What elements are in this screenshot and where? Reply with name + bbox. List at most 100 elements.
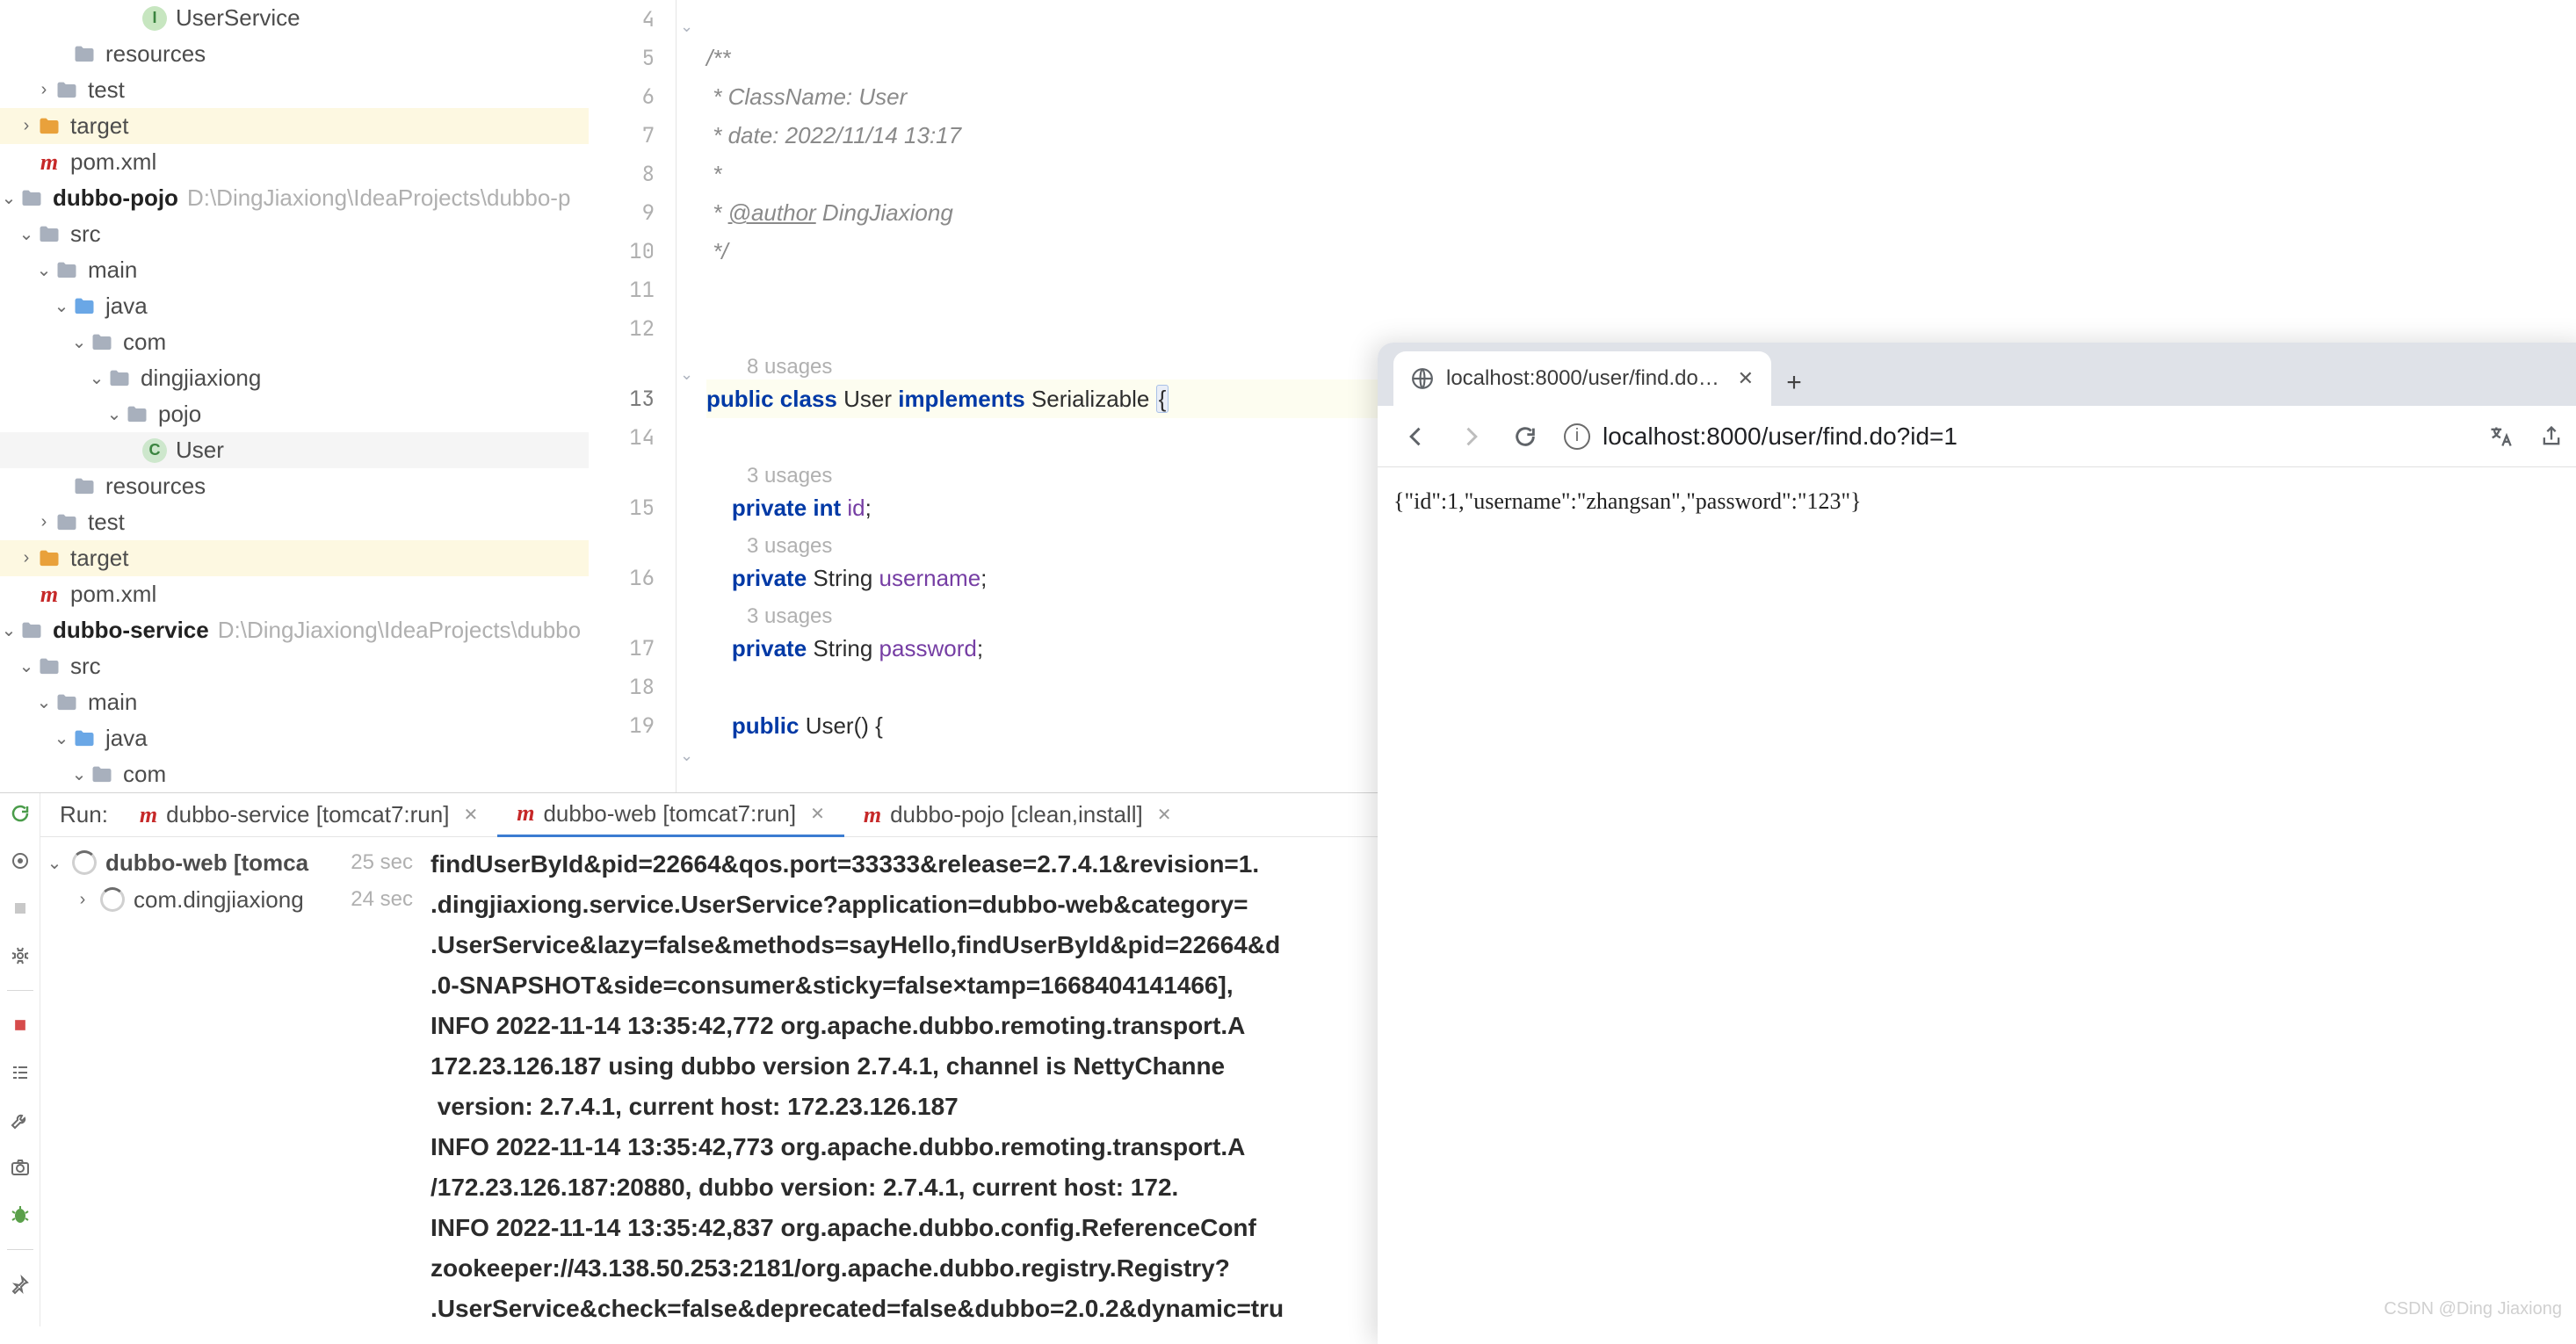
new-tab-button[interactable]: + — [1771, 360, 1817, 406]
tree-item[interactable]: CUser — [0, 432, 589, 468]
code-line[interactable] — [706, 271, 2576, 309]
tree-arrow-icon[interactable]: › — [35, 80, 53, 100]
globe-icon — [1411, 367, 1434, 390]
square-red-button[interactable] — [7, 1012, 33, 1038]
line-number: 5 — [589, 39, 676, 77]
line-number: 11 — [589, 271, 676, 309]
tree-item[interactable]: ›test — [0, 504, 589, 540]
close-icon[interactable]: ✕ — [810, 803, 825, 825]
back-button[interactable] — [1400, 421, 1432, 452]
tree-item[interactable]: ›target — [0, 540, 589, 576]
folder-icon — [105, 365, 134, 393]
tree-item[interactable]: ›target — [0, 108, 589, 144]
tree-arrow-icon[interactable]: › — [18, 548, 35, 568]
run-tree-row[interactable]: ⌄dubbo-web [tomca25 sec — [46, 844, 413, 881]
page-content: {"id":1,"username":"zhangsan","password"… — [1378, 467, 2576, 1344]
tree-arrow-icon[interactable]: ⌄ — [53, 727, 70, 749]
translate-icon[interactable] — [2485, 421, 2516, 452]
tree-arrow-icon[interactable]: › — [18, 116, 35, 136]
settings-button[interactable] — [7, 943, 33, 969]
run-tab[interactable]: mdubbo-web [tomcat7:run]✕ — [497, 793, 844, 837]
tree-item[interactable]: ⌄main — [0, 252, 589, 288]
tree-item[interactable]: ⌄java — [0, 288, 589, 324]
tree-module[interactable]: ⌄dubbo-pojoD:\DingJiaxiong\IdeaProjects\… — [0, 180, 589, 216]
tree-item[interactable]: mpom.xml — [0, 576, 589, 612]
close-icon[interactable]: ✕ — [1157, 804, 1172, 826]
run-tab[interactable]: mdubbo-service [tomcat7:run]✕ — [120, 793, 497, 837]
tree-item[interactable]: ⌄ com — [0, 756, 589, 792]
folder-icon — [88, 761, 116, 789]
tree-button[interactable] — [7, 1059, 33, 1086]
tree-arrow-icon[interactable]: ⌄ — [0, 187, 18, 209]
rerun-button[interactable] — [7, 800, 33, 827]
code-line[interactable]: * date: 2022/11/14 13:17 — [706, 116, 2576, 155]
fold-icon[interactable]: ⌄ — [680, 18, 693, 36]
tree-item-label: dingjiaxiong — [141, 365, 261, 392]
code-line[interactable]: * — [706, 155, 2576, 193]
tree-item[interactable]: ⌄pojo — [0, 396, 589, 432]
line-number: 9 — [589, 193, 676, 232]
run-test-tree[interactable]: ⌄dubbo-web [tomca25 sec›com.dingjiaxiong… — [40, 837, 418, 1326]
code-line[interactable]: /** — [706, 39, 2576, 77]
tree-item[interactable]: ⌄java — [0, 720, 589, 756]
tree-arrow-icon[interactable]: ⌄ — [0, 619, 18, 641]
run-tree-row[interactable]: ›com.dingjiaxiong24 sec — [46, 881, 413, 918]
tree-item[interactable]: resources — [0, 468, 589, 504]
close-tab-icon[interactable]: ✕ — [1738, 367, 1754, 390]
tree-item[interactable]: ›test — [0, 72, 589, 108]
wrench-button[interactable] — [7, 1107, 33, 1133]
tree-arrow-icon[interactable]: ⌄ — [35, 259, 53, 281]
fold-strip: ⌄ ⌄ ⌄ — [677, 0, 698, 792]
tree-item[interactable]: ⌄src — [0, 648, 589, 684]
tree-item[interactable]: ⌄src — [0, 216, 589, 252]
address-bar[interactable]: i localhost:8000/user/find.do?id=1 — [1564, 423, 2462, 451]
code-line[interactable]: * ClassName: User — [706, 77, 2576, 116]
tree-arrow-icon[interactable]: ⌄ — [70, 331, 88, 353]
browser-tab-bar: localhost:8000/user/find.do?id ✕ + — [1378, 343, 2576, 406]
tree-arrow-icon[interactable]: ⌄ — [35, 691, 53, 713]
tree-item[interactable]: ⌄ main — [0, 684, 589, 720]
tree-arrow-icon[interactable]: ⌄ — [53, 295, 70, 317]
tree-arrow-icon[interactable]: ⌄ — [46, 852, 63, 874]
tree-module[interactable]: ⌄dubbo-serviceD:\DingJiaxiong\IdeaProjec… — [0, 612, 589, 648]
share-icon[interactable] — [2536, 421, 2567, 452]
run-tab[interactable]: mdubbo-pojo [clean,install]✕ — [844, 793, 1191, 837]
tree-arrow-icon[interactable]: › — [74, 890, 91, 910]
forward-button[interactable] — [1455, 421, 1487, 452]
camera-button[interactable] — [7, 1154, 33, 1181]
line-number: 17 — [589, 629, 676, 668]
tree-arrow-icon[interactable]: ⌄ — [88, 367, 105, 389]
run-tree-time: 24 sec — [351, 887, 413, 912]
project-tree[interactable]: IUserServiceresources›test›targetmpom.xm… — [0, 0, 589, 792]
pin-button[interactable] — [7, 1271, 33, 1297]
browser-tab[interactable]: localhost:8000/user/find.do?id ✕ — [1393, 351, 1771, 406]
maven-icon: m — [140, 802, 157, 828]
tree-arrow-icon[interactable]: ⌄ — [70, 763, 88, 785]
fold-icon[interactable]: ⌄ — [680, 365, 693, 384]
code-line[interactable] — [706, 0, 2576, 39]
tree-arrow-icon[interactable]: ⌄ — [18, 223, 35, 245]
tree-item[interactable]: resources — [0, 36, 589, 72]
stop-disabled-button[interactable] — [7, 895, 33, 921]
attach-button[interactable] — [7, 848, 33, 874]
code-line[interactable]: */ — [706, 232, 2576, 271]
tree-item[interactable]: ⌄ dingjiaxiong — [0, 360, 589, 396]
code-line[interactable]: * @author DingJiaxiong — [706, 193, 2576, 232]
folder-icon — [53, 509, 81, 537]
tree-item[interactable]: ⌄com — [0, 324, 589, 360]
tree-arrow-icon[interactable]: ⌄ — [105, 403, 123, 425]
tree-item[interactable]: IUserService — [0, 0, 589, 36]
tree-item-label: main — [88, 689, 137, 716]
bug-green-button[interactable] — [7, 1202, 33, 1228]
tree-item-label: pom.xml — [70, 581, 156, 608]
line-number: 4 — [589, 0, 676, 39]
tree-item[interactable]: mpom.xml — [0, 144, 589, 180]
tree-arrow-icon[interactable]: › — [35, 512, 53, 532]
line-number: 12 — [589, 309, 676, 348]
fold-icon[interactable]: ⌄ — [680, 747, 693, 765]
reload-button[interactable] — [1509, 421, 1541, 452]
close-icon[interactable]: ✕ — [463, 804, 478, 826]
tree-item-label: com — [123, 761, 166, 788]
tree-arrow-icon[interactable]: ⌄ — [18, 655, 35, 677]
site-info-icon[interactable]: i — [1564, 423, 1590, 450]
